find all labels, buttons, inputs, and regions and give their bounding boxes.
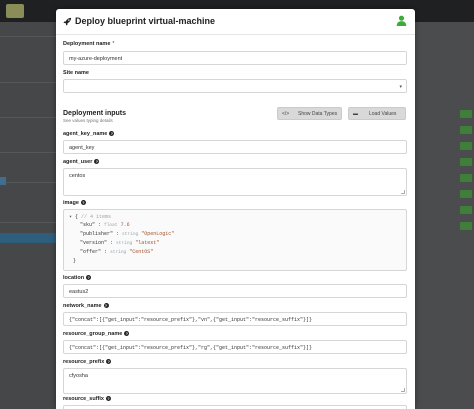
location-label: location? (63, 275, 92, 281)
network-name-input[interactable]: {"concat":[{"get_input":"resource_prefix… (63, 312, 407, 326)
status-badge (460, 206, 472, 214)
chevron-down-icon: ▾ (399, 84, 402, 90)
folder-icon: ▬ (353, 111, 358, 117)
load-values-button[interactable]: ▬ Load Values (348, 107, 406, 120)
help-icon[interactable]: ? (124, 331, 130, 337)
json-entry: "offer" : string "CentOS" (80, 249, 154, 255)
agent-user-value: centos (69, 172, 86, 179)
json-item-count: // 4 items (81, 214, 112, 220)
network-name-value: {"concat":[{"get_input":"resource_prefix… (69, 316, 313, 323)
status-badge (460, 126, 472, 134)
rocket-icon (63, 17, 72, 26)
location-input[interactable]: eastus2 (63, 284, 407, 298)
resource-group-name-value: {"concat":[{"get_input":"resource_prefix… (69, 344, 313, 351)
agent-key-name-label: agent_key_name? (63, 131, 115, 137)
image-label: image? (63, 200, 86, 206)
sidebar-divider (0, 82, 56, 83)
help-icon[interactable]: ? (80, 200, 86, 206)
chevron-down-icon[interactable]: ▾ (69, 214, 72, 220)
resize-handle[interactable] (401, 388, 405, 392)
location-value: eastus2 (69, 288, 89, 295)
help-icon[interactable]: ? (106, 359, 112, 365)
status-badge (460, 190, 472, 198)
json-entry: "sku" : float 7.6 (80, 222, 130, 228)
deployment-inputs-title: Deployment inputs (63, 110, 127, 117)
code-icon: </> (282, 111, 290, 117)
deployment-name-input[interactable]: my-azure-deployment (63, 51, 407, 65)
help-icon[interactable]: ? (109, 131, 115, 137)
status-badge (460, 222, 472, 230)
background-logo (6, 4, 24, 18)
sidebar-divider (0, 36, 56, 37)
show-data-types-button[interactable]: </> Show Data Types (277, 107, 342, 120)
deployment-name-value: my-azure-deployment (69, 55, 123, 62)
sidebar-divider (0, 222, 56, 223)
sidebar-divider (0, 117, 56, 118)
show-data-types-label: Show Data Types (298, 111, 338, 117)
background-table-column (415, 22, 474, 409)
sidebar-divider (0, 152, 56, 153)
agent-user-textarea[interactable]: centos (63, 168, 407, 196)
site-name-label: Site name (63, 70, 89, 76)
network-name-label: network_name? (63, 303, 109, 309)
resource-group-name-label: resource_group_name? (63, 331, 130, 337)
help-icon[interactable]: ? (103, 303, 109, 309)
background-accent (0, 177, 6, 185)
background-sidebar-active-item (0, 233, 56, 243)
status-badge (460, 142, 472, 150)
json-root-line: ▾ { // 4 items (69, 214, 112, 220)
deployment-inputs-subtitle[interactable]: See values typing details (63, 118, 113, 123)
status-badge (460, 110, 472, 118)
status-badge (460, 174, 472, 182)
resource-group-name-input[interactable]: {"concat":[{"get_input":"resource_prefix… (63, 340, 407, 354)
json-entry: "version" : string "latest" (80, 240, 160, 246)
deploy-modal: Deploy blueprint virtual-machine Deploym… (56, 9, 415, 409)
resize-handle[interactable] (401, 190, 405, 194)
image-json-editor[interactable]: ▾ { // 4 items "sku" : float 7.6 "publis… (63, 209, 407, 271)
required-marker: * (112, 41, 115, 47)
status-badge (460, 158, 472, 166)
help-icon[interactable]: ? (86, 275, 92, 281)
deployment-name-label: Deployment name * (63, 41, 115, 47)
resource-prefix-value: cfyosha (69, 372, 88, 379)
load-values-label: Load Values (369, 111, 397, 117)
agent-key-name-value: agent_key (69, 144, 95, 151)
resource-suffix-label: resource_suffix? (63, 396, 111, 402)
json-entry: "publisher" : string "OpenLogic" (80, 231, 175, 237)
resource-suffix-input[interactable]: 00 (63, 405, 407, 409)
user-icon[interactable] (396, 15, 407, 26)
site-name-select[interactable]: ▾ (63, 79, 407, 93)
agent-key-name-input[interactable]: agent_key (63, 140, 407, 154)
modal-header: Deploy blueprint virtual-machine (56, 9, 415, 35)
help-icon[interactable]: ? (105, 396, 111, 402)
resource-prefix-textarea[interactable]: cfyosha (63, 368, 407, 394)
modal-title: Deploy blueprint virtual-machine (75, 16, 216, 26)
background-sidebar (0, 22, 56, 409)
sidebar-divider (0, 182, 56, 183)
agent-user-label: agent_user? (63, 159, 100, 165)
json-closing-brace: } (73, 258, 77, 264)
resource-prefix-label: resource_prefix? (63, 359, 112, 365)
help-icon[interactable]: ? (94, 159, 100, 165)
